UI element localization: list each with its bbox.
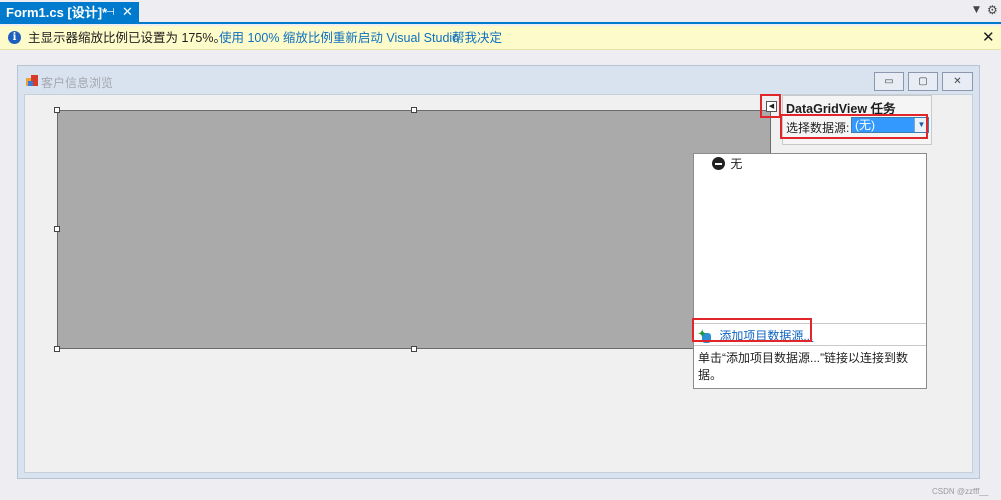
form-title: 客户信息浏览 [41,76,114,90]
form-title-bar: 客户信息浏览 ▭ ▢ ✕ [18,66,979,94]
gear-icon[interactable]: ⚙ [987,3,998,17]
document-tab-strip: Form1.cs [设计]* ⊣ ✕ ▼ ⚙ [0,0,1001,24]
datasource-option-none[interactable]: 无 [712,156,742,172]
datasource-dropdown[interactable]: 无 ✦ 添加项目数据源... 单击“添加项目数据源...”链接以连接到数据。 [693,153,927,389]
form-client-area[interactable]: ◀ DataGridView 任务 选择数据源: (无) ▼ 无 ✦ 添加项目数… [24,94,973,473]
info-icon: i [8,31,21,44]
datagridview[interactable] [57,110,771,349]
restart-100-link[interactable]: 使用 100% 缩放比例重新启动 Visual Studio [219,26,459,50]
pin-icon[interactable]: ⊣ [106,2,115,24]
divider [694,345,926,346]
resize-handle[interactable] [411,107,417,113]
maximize-button[interactable]: ▢ [908,72,938,91]
info-message: 主显示器缩放比例已设置为 175%。 [28,31,226,45]
resize-handle[interactable] [54,226,60,232]
form-close-button[interactable]: ✕ [942,72,973,91]
tab-title: Form1.cs [设计]* [6,5,108,20]
form-app-icon [26,75,38,86]
none-icon [712,157,725,170]
document-tab-form1-design[interactable]: Form1.cs [设计]* ⊣ ✕ [0,2,139,24]
form-window[interactable]: 客户信息浏览 ▭ ▢ ✕ ◀ DataGridView 任务 选择数据源: (无… [17,65,980,479]
close-icon[interactable]: ✕ [122,2,133,24]
resize-handle[interactable] [54,346,60,352]
resize-handle[interactable] [54,107,60,113]
highlight-smart-tag [760,94,781,118]
minimize-button[interactable]: ▭ [874,72,904,91]
watermark: CSDN @zzfff__ [932,487,989,496]
option-none-label: 无 [730,157,743,171]
highlight-datasource [780,114,928,139]
designer-surface: 客户信息浏览 ▭ ▢ ✕ ◀ DataGridView 任务 选择数据源: (无… [0,51,1001,500]
help-decide-link[interactable]: 帮我决定 [452,26,502,50]
datasource-help-text: 单击“添加项目数据源...”链接以连接到数据。 [698,351,908,382]
resize-handle[interactable] [411,346,417,352]
info-bar-close-button[interactable]: ✕ [982,26,995,50]
highlight-add-datasource [692,318,812,342]
info-bar: i 主显示器缩放比例已设置为 175%。 使用 100% 缩放比例重新启动 Vi… [0,26,1001,50]
chevron-down-icon[interactable]: ▼ [973,5,980,15]
